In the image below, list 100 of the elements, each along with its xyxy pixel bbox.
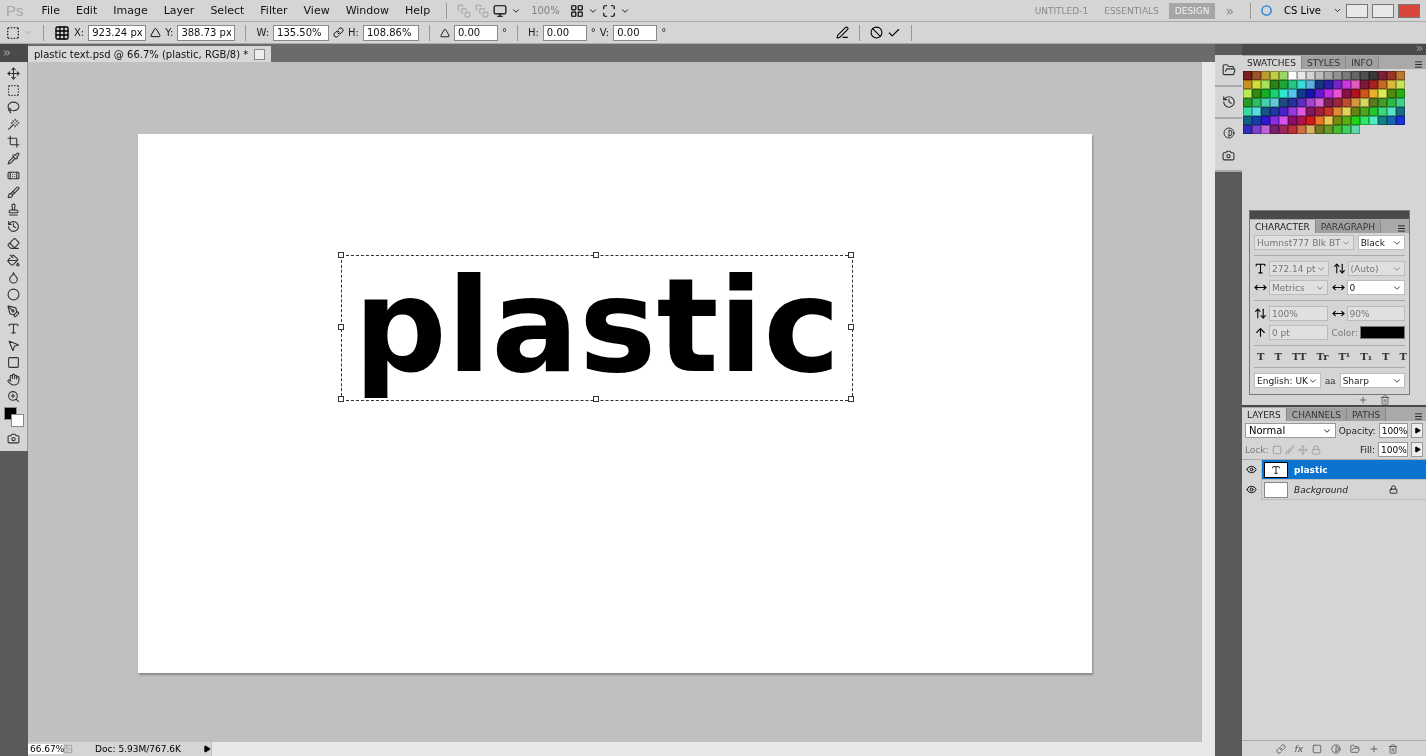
transform-handle[interactable] bbox=[593, 252, 599, 258]
panel-tab[interactable]: CHANNELS bbox=[1286, 408, 1347, 421]
menu-item[interactable]: Filter bbox=[254, 4, 294, 17]
link-icon[interactable] bbox=[333, 27, 345, 38]
close-button[interactable] bbox=[1398, 3, 1420, 18]
text-color-swatch[interactable] bbox=[1359, 326, 1405, 339]
cs-live-button[interactable]: CS Live bbox=[1276, 5, 1329, 16]
field-label: Y: bbox=[165, 27, 174, 38]
opacity-field[interactable]: 100% bbox=[1378, 423, 1409, 438]
color-label: Color: bbox=[1331, 327, 1358, 338]
layer-row[interactable]: plastic bbox=[1242, 460, 1426, 480]
panel-tab[interactable]: SWATCHES bbox=[1242, 56, 1302, 69]
zoom-field[interactable]: 66.67% bbox=[28, 744, 63, 754]
new-icon[interactable] bbox=[1358, 395, 1368, 405]
type-style-button[interactable]: T bbox=[1379, 351, 1393, 362]
panel-tab[interactable]: PATHS bbox=[1346, 408, 1387, 421]
eye-icon[interactable] bbox=[1246, 464, 1257, 475]
font-family-dropdown[interactable]: Humnst777 Blk BT bbox=[1254, 235, 1354, 250]
blend-mode-dropdown[interactable]: Normal bbox=[1245, 423, 1336, 438]
layer-row[interactable]: Background bbox=[1242, 480, 1426, 500]
scrollbar[interactable] bbox=[211, 742, 1215, 756]
type-style-button[interactable]: T bbox=[1254, 351, 1268, 362]
panel-tab[interactable]: STYLES bbox=[1302, 56, 1347, 69]
opacity-label: Opacity: bbox=[1338, 425, 1376, 436]
transform-handle[interactable] bbox=[848, 324, 854, 330]
input-field[interactable]: 135.50% bbox=[273, 24, 330, 41]
type-style-button[interactable]: T₁ bbox=[1357, 351, 1376, 362]
fill-field[interactable]: 100% bbox=[1378, 442, 1408, 457]
antialias-dropdown[interactable]: Sharp bbox=[1339, 373, 1405, 388]
type-icon bbox=[1271, 464, 1281, 475]
menu-item[interactable]: Help bbox=[399, 4, 437, 17]
input-field[interactable]: 0.00 bbox=[613, 24, 658, 41]
field-label: H: bbox=[348, 27, 359, 38]
menu-item[interactable]: Image bbox=[107, 4, 154, 17]
panel-menu-icon[interactable] bbox=[1414, 60, 1423, 69]
degree-sign: ° bbox=[661, 27, 667, 38]
caret-icon[interactable] bbox=[1333, 6, 1342, 15]
type-style-button[interactable]: T¹ bbox=[1335, 351, 1354, 362]
antialias-icon: aa bbox=[1324, 375, 1336, 386]
field-label: W: bbox=[256, 27, 270, 38]
menu-item[interactable]: File bbox=[35, 4, 66, 17]
dropdown[interactable]: 0 bbox=[1346, 280, 1405, 295]
language-dropdown[interactable]: English: UK bbox=[1254, 373, 1321, 388]
effects-button[interactable]: fx bbox=[1294, 743, 1303, 754]
transform-handle[interactable] bbox=[593, 396, 599, 402]
expand-icon[interactable] bbox=[2, 48, 12, 58]
input-field[interactable]: 923.24 px bbox=[88, 24, 147, 41]
input-field[interactable]: 108.86% bbox=[362, 24, 419, 41]
type-style-button[interactable]: TT bbox=[1288, 351, 1310, 362]
color-swatches[interactable] bbox=[2, 406, 25, 428]
transform-handle[interactable] bbox=[338, 396, 344, 402]
trash-icon[interactable] bbox=[1380, 395, 1390, 405]
menu-item[interactable]: View bbox=[297, 4, 336, 17]
swatch-grid-drawing[interactable] bbox=[1242, 69, 1405, 134]
menu-item[interactable]: Edit bbox=[69, 4, 104, 17]
cancel-icon[interactable] bbox=[870, 26, 884, 39]
layer-name: plastic bbox=[1294, 464, 1329, 475]
scrollbar[interactable] bbox=[1201, 62, 1215, 742]
layer-name: Background bbox=[1294, 484, 1349, 495]
type-style-button[interactable]: Tr bbox=[1313, 351, 1332, 362]
history-icon[interactable] bbox=[1221, 95, 1236, 109]
panel-tab[interactable]: PARAGRAPH bbox=[1315, 220, 1381, 233]
collapse-icon[interactable] bbox=[1415, 44, 1424, 53]
document-tab[interactable]: plastic text.psd @ 66.7% (plastic, RGB/8) * bbox=[28, 46, 272, 62]
contrast-icon[interactable] bbox=[1222, 127, 1235, 139]
eye-icon[interactable] bbox=[1246, 484, 1257, 495]
triangle-icon[interactable] bbox=[150, 27, 162, 38]
panel-tab[interactable]: INFO bbox=[1346, 56, 1379, 69]
restore-button[interactable] bbox=[1372, 3, 1394, 18]
arrange-icon[interactable] bbox=[569, 3, 584, 18]
transform-handle[interactable] bbox=[338, 252, 344, 258]
panel-menu-icon[interactable] bbox=[1414, 412, 1423, 421]
angle-icon bbox=[439, 27, 450, 38]
transform-handle[interactable] bbox=[848, 396, 854, 402]
menu-item[interactable]: Layer bbox=[157, 4, 201, 17]
panel-menu-icon[interactable] bbox=[1397, 224, 1406, 233]
new-layer-icon[interactable] bbox=[1369, 743, 1379, 754]
ring-icon[interactable] bbox=[1261, 5, 1273, 16]
font-style-dropdown[interactable]: Black bbox=[1357, 235, 1405, 250]
canvas-text: plastic bbox=[353, 256, 841, 397]
reference-point-icon[interactable] bbox=[54, 24, 70, 41]
input-field[interactable]: 0.00 bbox=[542, 24, 587, 41]
type-style-button[interactable]: T bbox=[1271, 351, 1285, 362]
minimize-button[interactable] bbox=[1346, 3, 1368, 18]
folder-icon[interactable] bbox=[1350, 743, 1360, 754]
input-field[interactable]: 0.00 bbox=[453, 24, 498, 41]
screen-mode-icon[interactable] bbox=[601, 3, 616, 18]
transform-handle[interactable] bbox=[848, 252, 854, 258]
transform-handle[interactable] bbox=[338, 324, 344, 330]
view-icon[interactable] bbox=[493, 3, 508, 18]
transform-tool-icon[interactable] bbox=[6, 25, 20, 40]
type-style-button[interactable]: T bbox=[1396, 351, 1410, 362]
menu-item[interactable]: Window bbox=[339, 4, 396, 17]
panel-tab[interactable]: LAYERS bbox=[1242, 408, 1287, 421]
panel-tab[interactable]: CHARACTER bbox=[1250, 220, 1316, 233]
trash-icon[interactable] bbox=[1388, 743, 1398, 754]
input-field[interactable]: 388.73 px bbox=[177, 24, 236, 41]
menu-item[interactable]: Select bbox=[204, 4, 251, 17]
play-icon[interactable] bbox=[203, 745, 211, 753]
triangle-icon bbox=[1413, 446, 1421, 453]
